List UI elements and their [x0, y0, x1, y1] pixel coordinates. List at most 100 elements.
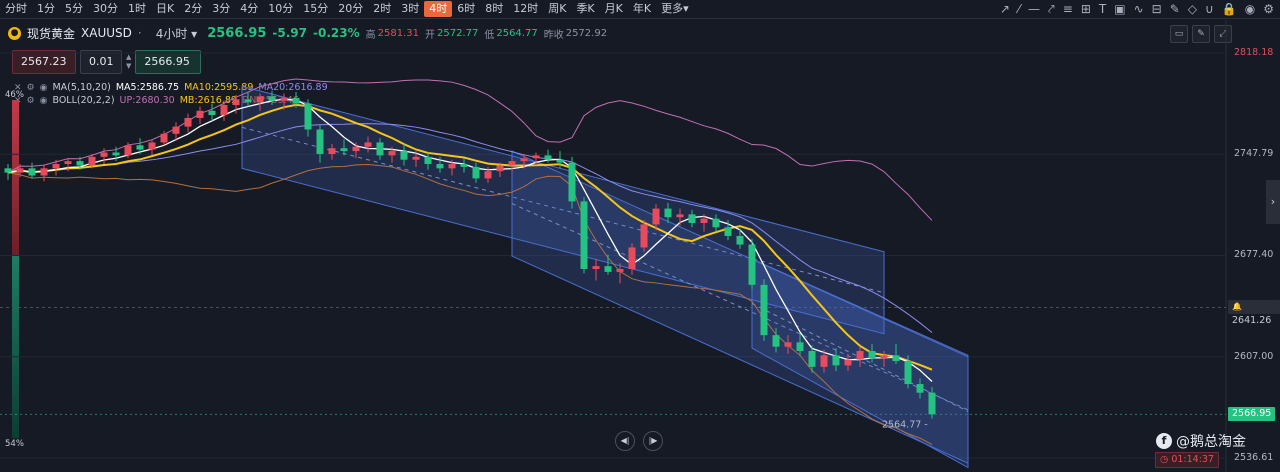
scroll-forward-button[interactable]: |▶	[643, 431, 663, 451]
ray-icon[interactable]: ⤤	[1048, 2, 1055, 17]
fullscreen-icon[interactable]: ⤢	[1214, 25, 1232, 43]
symbol-code[interactable]: XAUUSD	[81, 26, 132, 40]
timeframe-1[interactable]: 1分	[32, 1, 60, 17]
image-icon[interactable]: ▣	[1114, 2, 1125, 16]
chevron-right-icon[interactable]: ›	[1266, 180, 1280, 224]
chevron-down-icon[interactable]: ▼	[126, 62, 131, 71]
magnet-icon[interactable]: ∪	[1205, 2, 1214, 16]
timeframe-22[interactable]: 更多▾	[656, 1, 694, 17]
candle-body	[40, 168, 48, 176]
eye-icon[interactable]: ◉	[40, 83, 48, 93]
timeframe-7[interactable]: 3分	[207, 1, 235, 17]
edit-icon[interactable]: ✎	[1170, 2, 1180, 16]
candle-body	[820, 355, 828, 367]
candle-body	[856, 351, 864, 360]
timeframe-14[interactable]: 4时	[424, 1, 453, 17]
pattern-icon[interactable]: ∿	[1134, 2, 1144, 16]
timeframe-20[interactable]: 月K	[600, 1, 628, 17]
candle-body	[28, 168, 36, 176]
candle-body	[664, 208, 672, 218]
boll-dn-value: DN:2553.46	[241, 95, 299, 106]
timeframe-15[interactable]: 6时	[452, 1, 480, 17]
timeframe-2[interactable]: 5分	[60, 1, 88, 17]
symbol-name[interactable]: 现货黄金	[27, 25, 75, 42]
chevron-up-icon[interactable]: ▲	[126, 53, 131, 62]
clock-icon: ◷	[1160, 454, 1172, 465]
ma20-value: MA20:2616.89	[258, 82, 328, 93]
low-label: 低	[484, 29, 495, 41]
settings-icon[interactable]: ⚙	[27, 83, 35, 93]
price-axis-label: 2677.40	[1234, 249, 1274, 261]
ruler-icon[interactable]: ⊟	[1152, 2, 1162, 16]
candle-body	[880, 355, 888, 359]
lock-icon[interactable]: 🔒	[1222, 2, 1237, 16]
timeframe-0[interactable]: 分时	[0, 1, 32, 17]
timeframe-4[interactable]: 1时	[123, 1, 151, 17]
timeframe-6[interactable]: 2分	[179, 1, 207, 17]
timeframe-11[interactable]: 20分	[333, 1, 368, 17]
trend-line-icon[interactable]: ↗	[1000, 2, 1010, 16]
settings-icon[interactable]: ⚙	[27, 96, 35, 106]
sentiment-bar-short	[12, 256, 19, 438]
countdown-timer: ◷ 01:14:37	[1155, 452, 1219, 468]
ma10-value: MA10:2595.89	[184, 82, 254, 93]
pen-icon[interactable]: ⁄	[1018, 2, 1020, 16]
timeframe-16[interactable]: 8时	[480, 1, 508, 17]
timeframe-18[interactable]: 周K	[543, 1, 571, 17]
timeframe-9[interactable]: 10分	[263, 1, 298, 17]
ma-legend: ✕ ⚙ ◉ MA(5,10,20) MA5:2586.75 MA10:2595.…	[14, 82, 328, 93]
candle-body	[424, 156, 432, 165]
measure-icon[interactable]: ⊞	[1081, 2, 1091, 16]
fib-icon[interactable]: ≡	[1063, 2, 1073, 16]
ma10-line	[7, 103, 933, 371]
buy-button[interactable]: 2566.95	[135, 50, 202, 74]
short-percent: 54%	[5, 439, 24, 449]
candle-body	[88, 156, 96, 166]
quantity-input[interactable]: 0.01	[80, 50, 122, 74]
timeframe-3[interactable]: 30分	[88, 1, 123, 17]
candle-body	[796, 342, 804, 352]
layout-icon[interactable]: ▭	[1170, 25, 1188, 43]
candle-body	[352, 146, 360, 152]
crosshair-price: 2641.26	[1232, 315, 1272, 327]
price-axis-label: 2818.18	[1234, 47, 1274, 58]
interval-select[interactable]: 4小时 ▾	[156, 25, 197, 42]
timeframe-21[interactable]: 年K	[628, 1, 656, 17]
horizontal-line-icon[interactable]: —	[1028, 2, 1040, 16]
candle-body	[196, 110, 204, 118]
candle-body	[604, 266, 612, 272]
candle-body	[868, 351, 876, 359]
draw-icon[interactable]: ✎	[1192, 25, 1210, 43]
timeframe-12[interactable]: 2时	[368, 1, 396, 17]
candle-body	[508, 161, 516, 166]
low-value: 2564.77	[496, 27, 538, 39]
timeframe-5[interactable]: 日K	[151, 1, 179, 17]
ma20-line	[7, 123, 933, 333]
eraser-icon[interactable]: ◇	[1188, 2, 1197, 16]
text-icon[interactable]: T	[1099, 2, 1106, 16]
scroll-back-button[interactable]: ◀|	[615, 431, 635, 451]
eye-icon[interactable]: ◉	[1245, 2, 1255, 16]
timeframe-19[interactable]: 季K	[571, 1, 599, 17]
timeframe-17[interactable]: 12时	[508, 1, 543, 17]
quantity-stepper[interactable]: ▲ ▼	[126, 53, 131, 71]
candle-body	[700, 218, 708, 223]
candle-body	[148, 142, 156, 150]
candle-body	[160, 133, 168, 143]
candle-body	[904, 361, 912, 385]
sell-button[interactable]: 2567.23	[12, 50, 76, 74]
price-axis-label: 2607.00	[1234, 350, 1274, 362]
candle-body	[472, 166, 480, 179]
candle-body	[448, 164, 456, 169]
settings-icon[interactable]: ⚙	[1263, 2, 1274, 16]
candle-body	[220, 105, 228, 116]
timeframe-8[interactable]: 4分	[235, 1, 263, 17]
candle-body	[556, 159, 564, 163]
candle-body	[844, 359, 852, 366]
candle-body	[4, 168, 12, 173]
timeframe-13[interactable]: 3时	[396, 1, 424, 17]
boll-legend: ✕ ⚙ ◉ BOLL(20,2,2) UP:2680.30 MB:2616.89…	[14, 95, 299, 106]
high-label: 高	[365, 29, 376, 41]
eye-icon[interactable]: ◉	[40, 96, 48, 106]
timeframe-10[interactable]: 15分	[298, 1, 333, 17]
